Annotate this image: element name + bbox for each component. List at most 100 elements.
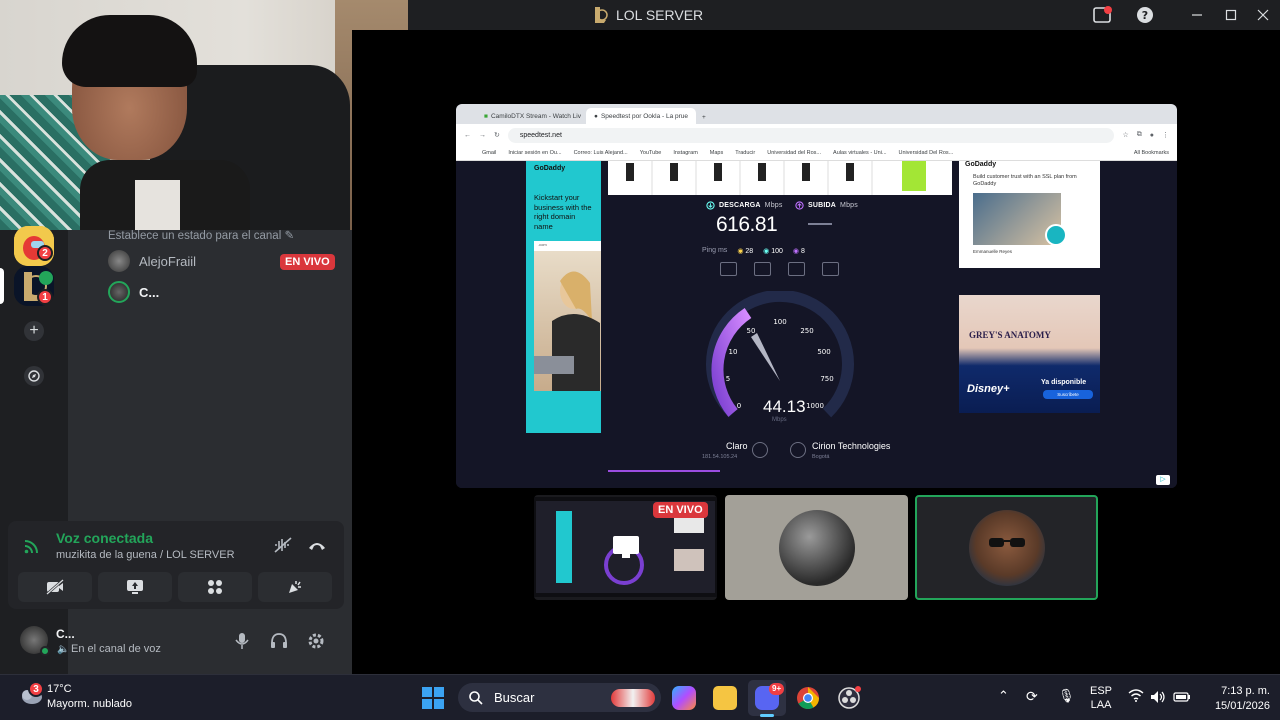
new-tab-icon[interactable]: + (702, 114, 706, 124)
gauge-tick: 750 (820, 375, 833, 383)
bookmark-star-icon[interactable]: ☆ (1122, 131, 1128, 139)
discover-icon[interactable] (24, 366, 44, 386)
screen-share-button[interactable] (98, 572, 172, 602)
window-title: LOL SERVER (616, 7, 704, 23)
gauge-tick: 50 (747, 327, 756, 335)
wifi-icon[interactable] (1128, 688, 1144, 705)
status-prompt-text: Establece un estado para el canal (108, 230, 282, 242)
godaddy-logo: GoDaddy (534, 165, 566, 172)
weather-desc[interactable]: Mayorm. nublado (47, 698, 132, 710)
username[interactable]: C... (56, 627, 75, 641)
ping-unit: ms (717, 247, 728, 254)
globe-icon[interactable] (790, 442, 806, 458)
obs-studio-icon[interactable] (837, 686, 861, 715)
isp-ip: 181.54.105.24 (702, 454, 738, 460)
browser-tab-strip: ■ CamiloDTX Stream - Watch Liv ● Speedtest… (456, 104, 1177, 124)
search-icon (469, 690, 483, 705)
member-item[interactable]: AlejoFraiil (108, 250, 196, 272)
voice-channel-label[interactable]: muzikita de la guena / LOL SERVER (56, 549, 235, 561)
unit: Mbps (840, 202, 858, 209)
server-name[interactable]: Cirion Technologies (812, 441, 890, 451)
bookmark-item[interactable]: Aulas virtuales - Uni... (833, 150, 887, 156)
add-server-icon[interactable]: + (24, 321, 44, 341)
reload-icon[interactable]: ↻ (494, 131, 500, 139)
browser-tab-active[interactable]: ● Speedtest por Ookla - La prue (586, 108, 696, 124)
shared-screen-browser[interactable]: ■ CamiloDTX Stream - Watch Liv ● Speedtest… (456, 104, 1177, 488)
microphone-icon[interactable] (232, 632, 252, 655)
user-icon (752, 442, 768, 458)
address-bar[interactable]: speedtest.net (507, 127, 1115, 143)
tab-label: CamiloDTX Stream - Watch Liv (490, 112, 581, 120)
bookmark-item[interactable]: Correo: Luis Alejand... (574, 150, 628, 156)
bookmark-item[interactable]: YouTube (640, 150, 662, 156)
forward-icon[interactable]: → (479, 132, 486, 139)
member-item[interactable]: C... (108, 281, 159, 303)
download-ping-icon: ◉ (763, 248, 770, 255)
speedtest-page: GoDaddy Kickstart your business with the… (456, 161, 1177, 488)
all-bookmarks[interactable]: All Bookmarks (1134, 150, 1177, 156)
help-icon[interactable]: ? (1128, 0, 1162, 30)
chevron-up-icon[interactable]: ⌃ (998, 688, 1009, 704)
adchoices-icon[interactable]: ▷ (1156, 475, 1170, 485)
bookmark-item[interactable]: Universidad Del Ros... (899, 150, 954, 156)
noise-suppression-icon[interactable] (273, 536, 293, 559)
taskbar-search[interactable]: Buscar (458, 683, 661, 712)
battery-icon[interactable] (1173, 691, 1191, 706)
file-explorer-icon[interactable] (713, 686, 737, 710)
profile-icon[interactable]: ● (1150, 132, 1154, 139)
godaddy-ad-right[interactable]: GoDaddy Build customer trust with an SSL… (959, 161, 1100, 268)
godaddy-logo: GoDaddy (965, 161, 997, 168)
pencil-icon: ✎ (284, 230, 295, 242)
product-ad-strip[interactable] (608, 161, 952, 195)
person-icon[interactable] (822, 262, 839, 276)
disney-plus-ad[interactable]: GREY'S ANATOMY Disney+ Ya disponible Sus… (959, 295, 1100, 413)
extensions-icon[interactable]: ⧉ (1137, 131, 1142, 139)
close-button[interactable] (1246, 0, 1280, 30)
back-icon[interactable]: ← (464, 132, 471, 139)
bookmark-item[interactable]: Maps (710, 150, 723, 156)
minimize-button[interactable] (1180, 0, 1214, 30)
bookmark-item[interactable]: Iniciar sesión en Ou... (508, 150, 561, 156)
gauge-tick: 500 (817, 348, 830, 356)
microphone-tray-icon[interactable]: 🎙 (1058, 688, 1075, 704)
weather-temp[interactable]: 17°C (47, 683, 72, 695)
upload-title: SUBIDA (808, 202, 837, 209)
chrome-icon[interactable] (796, 686, 820, 715)
signal-icon[interactable] (24, 538, 42, 559)
subscribe-button[interactable]: Suscríbete (1043, 390, 1093, 399)
active-app-indicator (760, 714, 774, 717)
maximize-button[interactable] (1214, 0, 1248, 30)
gamepad-icon[interactable] (754, 262, 771, 276)
gauge-tick: 0 (737, 402, 741, 410)
copilot-icon[interactable] (672, 686, 696, 710)
volume-icon[interactable] (1150, 690, 1166, 707)
camera-off-button[interactable] (18, 572, 92, 602)
channel-status-prompt[interactable]: Establece un estado para el canal ✎ (108, 228, 294, 242)
settings-gear-icon[interactable] (306, 632, 326, 655)
disconnect-icon[interactable] (307, 538, 327, 557)
godaddy-ad-left[interactable]: GoDaddy Kickstart your business with the… (526, 161, 601, 433)
menu-icon[interactable]: ⋮ (1162, 131, 1169, 139)
language-indicator[interactable]: ESP LAA (1090, 684, 1112, 712)
ad-availability: Ya disponible (1041, 379, 1087, 386)
bookmark-item[interactable]: Gmail (482, 150, 496, 156)
member-name: C... (139, 284, 160, 300)
clock[interactable]: 7:13 p. m. 15/01/2026 (1200, 684, 1270, 714)
soundboard-button[interactable] (258, 572, 332, 602)
sync-icon[interactable]: ⟳ (1026, 688, 1038, 705)
bookmark-item[interactable]: Universidad del Ros... (767, 150, 821, 156)
browser-tab[interactable]: ■ CamiloDTX Stream - Watch Liv (476, 108, 586, 124)
image-icon[interactable] (720, 262, 737, 276)
participant-tile-speaking[interactable] (915, 495, 1098, 600)
avatar (108, 250, 130, 272)
lol-server-icon (592, 6, 608, 24)
activities-button[interactable] (178, 572, 252, 602)
headphones-icon[interactable] (269, 632, 289, 655)
bookmark-item[interactable]: Instagram (673, 150, 697, 156)
inbox-icon[interactable] (1085, 0, 1119, 30)
bookmark-item[interactable]: Traducir (735, 150, 755, 156)
participant-tile[interactable] (725, 495, 908, 600)
unit: Mbps (764, 202, 783, 209)
windows-start-icon[interactable] (421, 686, 445, 715)
video-icon[interactable] (788, 262, 805, 276)
